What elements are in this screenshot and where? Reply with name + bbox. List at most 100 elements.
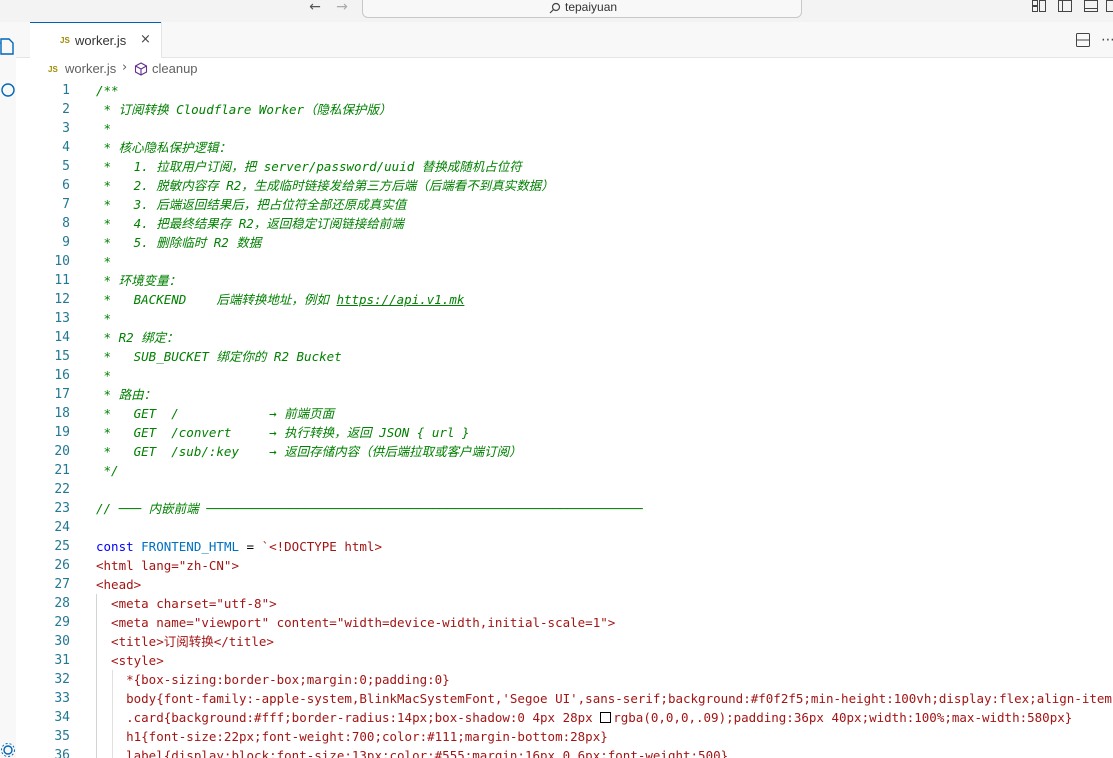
search-icon[interactable]: [0, 82, 16, 102]
code-line[interactable]: 7 * 3. 后端返回结果后，把占位符全部还原成真实值: [16, 195, 1113, 214]
code-line[interactable]: 19 * GET /convert → 执行转换，返回 JSON { url }: [16, 423, 1113, 442]
split-editor-icon[interactable]: [1076, 33, 1090, 47]
line-number: 14: [54, 330, 70, 345]
code-token: <meta name="viewport" content="width=dev…: [96, 615, 616, 630]
line-number: 29: [54, 615, 70, 630]
code-token: * GET /convert → 执行转换，返回 JSON { url }: [96, 425, 470, 440]
title-bar: ← → tepaiyuan: [0, 0, 1113, 22]
code-text: * 路由：: [96, 385, 157, 404]
code-editor[interactable]: 1/** 2 * 订阅转换 Cloudflare Worker（隐私保护版） 3 *…: [16, 81, 1113, 758]
tab-worker-js[interactable]: JS worker.js ×: [30, 22, 162, 58]
line-number: 24: [54, 520, 70, 535]
js-file-icon: JS: [48, 65, 58, 74]
line-number: 25: [54, 539, 70, 554]
code-token: * GET / → 前端页面: [96, 406, 335, 421]
code-line[interactable]: 4 * 核心隐私保护逻辑：: [16, 138, 1113, 157]
code-line[interactable]: 27 <head>: [16, 575, 1113, 594]
code-text: * R2 绑定：: [96, 328, 179, 347]
line-number: 4: [62, 140, 70, 155]
close-icon[interactable]: ×: [140, 32, 151, 47]
code-line[interactable]: 22: [16, 480, 1113, 499]
code-line[interactable]: 33 body{font-family:-apple-system,BlinkM…: [16, 689, 1113, 708]
code-line[interactable]: 35 h1{font-size:22px;font-weight:700;col…: [16, 727, 1113, 746]
code-line[interactable]: 34 .card{background:#fff;border-radius:1…: [16, 708, 1113, 727]
code-line[interactable]: 12 * BACKEND 后端转换地址，例如 https://api.v1.mk: [16, 290, 1113, 309]
gear-icon[interactable]: [0, 742, 16, 758]
code-line[interactable]: 18 * GET / → 前端页面: [16, 404, 1113, 423]
toggle-primary-sidebar-icon[interactable]: [1058, 0, 1072, 12]
line-number: 2: [62, 102, 70, 117]
code-text: * 1. 拉取用户订阅，把 server/password/uuid 替换成随机…: [96, 157, 522, 176]
code-line[interactable]: 23 // ─── 内嵌前端 ──────────────────────────…: [16, 499, 1113, 518]
code-line[interactable]: 1 /**: [16, 81, 1113, 100]
search-text: tepaiyuan: [565, 0, 618, 14]
line-number: 34: [54, 710, 70, 725]
code-token: * 订阅转换 Cloudflare Worker（隐私保护版）: [96, 102, 392, 117]
explorer-icon[interactable]: [0, 36, 16, 58]
code-line[interactable]: 11 * 环境变量：: [16, 271, 1113, 290]
code-line[interactable]: 29 <meta name="viewport" content="width=…: [16, 613, 1113, 632]
code-line[interactable]: 10 *: [16, 252, 1113, 271]
toggle-secondary-sidebar-icon[interactable]: [1106, 0, 1113, 12]
code-text: <html lang="zh-CN">: [96, 556, 239, 575]
code-token: * GET /sub/:key → 返回存储内容（供后端拉取或客户端订阅）: [96, 444, 522, 459]
code-line[interactable]: 2 * 订阅转换 Cloudflare Worker（隐私保护版）: [16, 100, 1113, 119]
code-line[interactable]: 8 * 4. 把最终结果存 R2，返回稳定订阅链接给前端: [16, 214, 1113, 233]
code-line[interactable]: 26 <html lang="zh-CN">: [16, 556, 1113, 575]
code-line[interactable]: 5 * 1. 拉取用户订阅，把 server/password/uuid 替换成…: [16, 157, 1113, 176]
code-text: const FRONTEND_HTML = `<!DOCTYPE html>: [96, 537, 382, 556]
code-token: * SUB_BUCKET 绑定你的 R2 Bucket: [96, 349, 342, 364]
code-line[interactable]: 30 <title>订阅转换</title>: [16, 632, 1113, 651]
line-number: 26: [54, 558, 70, 573]
code-token: const: [96, 539, 142, 554]
method-symbol-icon: [134, 62, 148, 76]
color-swatch[interactable]: [600, 712, 612, 723]
code-line[interactable]: 28 <meta charset="utf-8">: [16, 594, 1113, 613]
more-actions-icon[interactable]: ⋯: [1101, 32, 1113, 48]
code-token: h1{font-size:22px;font-weight:700;color:…: [96, 729, 608, 744]
breadcrumb-symbol[interactable]: cleanup: [152, 61, 198, 76]
line-number: 12: [54, 292, 70, 307]
code-line[interactable]: 3 *: [16, 119, 1113, 138]
line-number: 20: [54, 444, 70, 459]
line-number: 36: [54, 748, 70, 758]
code-token: FRONTEND_HTML: [141, 539, 239, 554]
line-number: 9: [62, 235, 70, 250]
line-number: 10: [54, 254, 70, 269]
code-token: * 5. 删除临时 R2 数据: [96, 235, 262, 250]
code-text: *: [96, 252, 112, 271]
code-line[interactable]: 25 const FRONTEND_HTML = `<!DOCTYPE html>: [16, 537, 1113, 556]
code-token: https://api.v1.mk: [336, 292, 465, 307]
toggle-panel-icon[interactable]: [1084, 0, 1098, 12]
code-line[interactable]: 9 * 5. 删除临时 R2 数据: [16, 233, 1113, 252]
code-line[interactable]: 24: [16, 518, 1113, 537]
line-number: 17: [54, 387, 70, 402]
code-line[interactable]: 16 *: [16, 366, 1113, 385]
customize-layout-icon[interactable]: [1032, 0, 1046, 12]
line-number: 33: [54, 691, 70, 706]
code-line[interactable]: 14 * R2 绑定：: [16, 328, 1113, 347]
command-center-search[interactable]: tepaiyuan: [362, 0, 802, 18]
code-line[interactable]: 13 *: [16, 309, 1113, 328]
line-number: 30: [54, 634, 70, 649]
code-line[interactable]: 15 * SUB_BUCKET 绑定你的 R2 Bucket: [16, 347, 1113, 366]
code-line[interactable]: 20 * GET /sub/:key → 返回存储内容（供后端拉取或客户端订阅）: [16, 442, 1113, 461]
code-line[interactable]: 17 * 路由：: [16, 385, 1113, 404]
code-text: *{box-sizing:border-box;margin:0;padding…: [96, 670, 450, 689]
arrow-left-icon[interactable]: ←: [306, 0, 324, 16]
arrow-right-icon[interactable]: →: [333, 0, 351, 16]
code-token: <meta charset="utf-8">: [96, 596, 277, 611]
line-number: 5: [62, 159, 70, 174]
code-token: =: [239, 539, 262, 554]
line-number: 3: [62, 121, 70, 136]
code-token: * 2. 脱敏内容存 R2，生成临时链接发给第三方后端（后端看不到真实数据）: [96, 178, 554, 193]
code-line[interactable]: 31 <style>: [16, 651, 1113, 670]
breadcrumb-file[interactable]: worker.js: [65, 61, 116, 76]
code-text: * 5. 删除临时 R2 数据: [96, 233, 262, 252]
code-line[interactable]: 32 *{box-sizing:border-box;margin:0;padd…: [16, 670, 1113, 689]
line-number: 16: [54, 368, 70, 383]
code-line[interactable]: 6 * 2. 脱敏内容存 R2，生成临时链接发给第三方后端（后端看不到真实数据）: [16, 176, 1113, 195]
code-line[interactable]: 21 */: [16, 461, 1113, 480]
code-line[interactable]: 36 label{display:block;font-size:13px;co…: [16, 746, 1113, 758]
code-token: * 核心隐私保护逻辑：: [96, 140, 232, 155]
